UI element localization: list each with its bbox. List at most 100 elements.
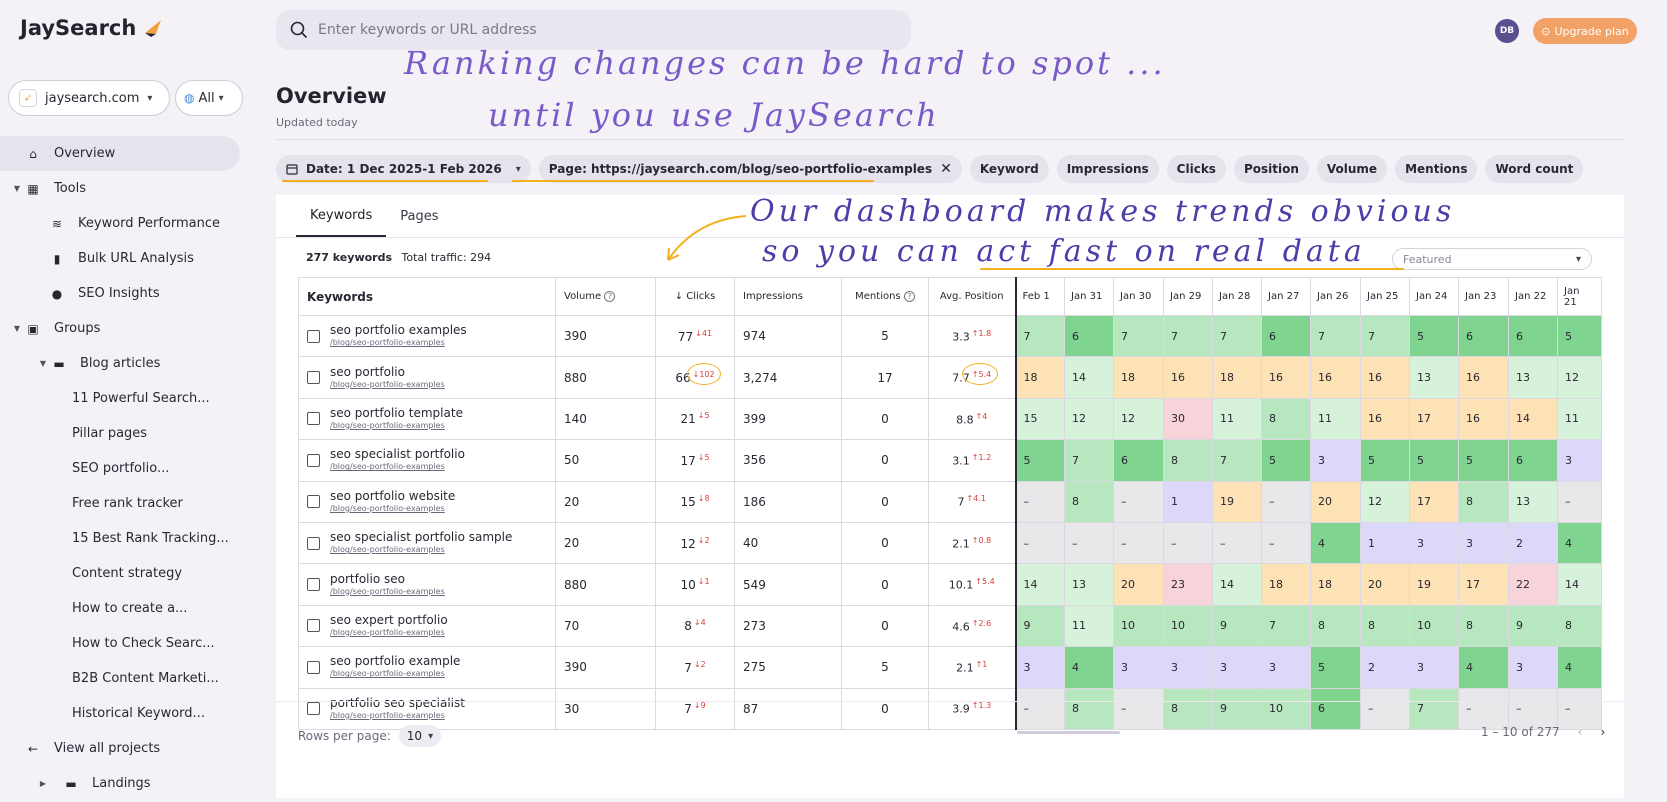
keyword-url-link[interactable]: /blog/seo-portfolio-examples — [330, 503, 455, 515]
row-checkbox[interactable] — [307, 371, 320, 385]
keyword-url-link[interactable]: /blog/seo-portfolio-examples — [330, 461, 465, 473]
keyword-name[interactable]: seo portfolio examples — [330, 323, 467, 337]
keyword-url-link[interactable]: /blog/seo-portfolio-examples — [330, 710, 465, 722]
row-checkbox[interactable] — [307, 578, 320, 592]
table-row[interactable]: seo portfolio template/blog/seo-portfoli… — [298, 397, 1602, 441]
sidebar-item-group-page[interactable]: Historical Keyword... — [0, 696, 258, 731]
sidebar-item-group-page[interactable]: Pillar pages — [0, 416, 258, 451]
keyword-url-link[interactable]: /blog/seo-portfolio-examples — [330, 337, 467, 349]
upgrade-plan-button[interactable]: ⊙ Upgrade plan — [1533, 18, 1637, 44]
sidebar-item-landings[interactable]: ▶ ▬ Landings — [0, 766, 258, 801]
sidebar-item-group-page[interactable]: Free rank tracker — [0, 486, 258, 521]
rank-cell: 18 — [1310, 563, 1361, 606]
sidebar-item-group-page[interactable]: 11 Powerful Search... — [0, 381, 258, 416]
column-chip-impressions[interactable]: Impressions — [1056, 155, 1159, 183]
sidebar-item-group-page[interactable]: B2B Content Marketi... — [0, 661, 258, 696]
table-row[interactable]: seo portfolio website/blog/seo-portfolio… — [298, 480, 1602, 523]
tab-pages[interactable]: Pages — [386, 195, 452, 237]
header-volume[interactable]: Volume ? — [555, 277, 656, 316]
clicks-cell: 21 ↓5 — [655, 397, 735, 441]
keyword-url-link[interactable]: /blog/seo-portfolio-examples — [330, 544, 512, 556]
sidebar-item-bulk-url-analysis[interactable]: ▮ Bulk URL Analysis — [0, 241, 258, 276]
impressions-cell: 399 — [734, 397, 842, 441]
row-checkbox[interactable] — [307, 329, 320, 343]
row-checkbox[interactable] — [307, 660, 320, 674]
keyword-url-link[interactable]: /blog/seo-portfolio-examples — [330, 586, 445, 598]
scope-selector[interactable]: ◍ All ▾ — [175, 80, 243, 116]
keyword-name[interactable]: seo portfolio example — [330, 654, 460, 668]
position-delta: ↑1.3 — [971, 701, 992, 711]
page-filter-chip[interactable]: Page: https://jaysearch.com/blog/seo-por… — [538, 155, 962, 183]
header-impressions[interactable]: Impressions — [734, 277, 842, 316]
app-logo[interactable]: JaySearch — [20, 16, 164, 40]
row-checkbox[interactable] — [307, 536, 320, 550]
row-checkbox[interactable] — [307, 495, 320, 509]
sidebar-item-seo-insights[interactable]: ● SEO Insights — [0, 276, 258, 311]
table-row[interactable]: seo portfolio/blog/seo-portfolio-example… — [298, 356, 1602, 399]
keyword-name[interactable]: seo portfolio website — [330, 489, 455, 503]
sidebar-item-groups[interactable]: ▼ ▣ Groups — [0, 311, 258, 346]
column-chip-clicks[interactable]: Clicks — [1166, 155, 1226, 183]
avatar[interactable]: DB — [1495, 19, 1519, 43]
keyword-name[interactable]: seo expert portfolio — [330, 613, 448, 627]
chevron-down-icon: ▾ — [1575, 253, 1581, 265]
date-filter-chip[interactable]: Date: 1 Dec 2025-1 Feb 2026 ▾ — [276, 155, 531, 183]
keyword-url-link[interactable]: /blog/seo-portfolio-examples — [330, 379, 445, 391]
header-keywords[interactable]: Keywords — [298, 277, 556, 316]
sort-select[interactable]: Featured ▾ — [1392, 248, 1592, 270]
view-all-projects-link[interactable]: ← View all projects — [0, 731, 258, 766]
rank-cell: 7 — [1212, 439, 1262, 482]
column-chip-position[interactable]: Position — [1233, 155, 1309, 183]
column-chip-mentions[interactable]: Mentions — [1395, 155, 1478, 183]
sidebar-item-group-page[interactable]: How to Check Searc... — [0, 626, 258, 661]
sidebar-item-tools[interactable]: ▼ ▦ Tools — [0, 171, 258, 206]
table-row[interactable]: seo portfolio examples/blog/seo-portfoli… — [298, 314, 1602, 358]
sidebar-item-keyword-performance[interactable]: ≋ Keyword Performance — [0, 206, 258, 241]
table-row[interactable]: seo specialist portfolio/blog/seo-portfo… — [298, 439, 1602, 482]
sidebar-item-group-page[interactable]: SEO portfolio... — [0, 451, 258, 486]
project-selector[interactable]: ➶ jaysearch.com ▾ — [8, 80, 170, 116]
sidebar-item-overview[interactable]: ⌂ Overview — [0, 136, 240, 171]
keyword-name[interactable]: seo portfolio — [330, 365, 445, 379]
column-chip-keyword[interactable]: Keyword — [969, 155, 1049, 183]
keyword-url-link[interactable]: /blog/seo-portfolio-examples — [330, 668, 460, 680]
keyword-url-link[interactable]: /blog/seo-portfolio-examples — [330, 627, 448, 639]
close-icon[interactable]: ✕ — [940, 161, 952, 177]
table-row[interactable]: seo portfolio example/blog/seo-portfolio… — [298, 646, 1602, 689]
tab-keywords[interactable]: Keywords — [296, 195, 387, 237]
keyword-name[interactable]: portfolio seo — [330, 572, 445, 586]
grid-icon: ▦ — [27, 181, 39, 196]
row-checkbox[interactable] — [307, 619, 320, 633]
column-chip-volume[interactable]: Volume — [1316, 155, 1388, 183]
row-checkbox[interactable] — [307, 702, 320, 716]
keyword-name[interactable]: seo specialist portfolio — [330, 447, 465, 461]
sidebar-item-group-page[interactable]: How to create a... — [0, 591, 258, 626]
rows-per-page-select[interactable]: 10 ▾ — [398, 725, 442, 747]
rank-cell: – — [1014, 687, 1065, 730]
sidebar-item-group-page[interactable]: Content strategy — [0, 556, 258, 591]
next-page-icon[interactable]: › — [1600, 725, 1605, 739]
header-avg-position[interactable]: Avg. Position — [928, 277, 1016, 316]
row-checkbox[interactable] — [307, 453, 320, 467]
column-chip-word-count[interactable]: Word count — [1485, 155, 1584, 183]
header-mentions[interactable]: Mentions ? — [841, 277, 929, 316]
prev-page-icon[interactable]: ‹ — [1578, 725, 1583, 739]
info-icon[interactable]: ? — [903, 291, 915, 302]
volume-cell: 50 — [555, 439, 656, 482]
rank-cell: 5 — [1557, 314, 1602, 358]
table-row[interactable]: seo expert portfolio/blog/seo-portfolio-… — [298, 604, 1602, 648]
keyword-name[interactable]: portfolio seo specialist — [330, 696, 465, 710]
sidebar-item-blog-articles[interactable]: ▼ ▬ Blog articles — [0, 346, 258, 381]
row-checkbox[interactable] — [307, 412, 320, 426]
table-row[interactable]: portfolio seo/blog/seo-portfolio-example… — [298, 563, 1602, 606]
table-row[interactable]: portfolio seo specialist/blog/seo-portfo… — [298, 687, 1602, 730]
info-icon[interactable]: ? — [604, 291, 616, 302]
rank-cell: 18 — [1212, 356, 1262, 399]
header-clicks[interactable]: ↓ Clicks — [655, 277, 735, 316]
sidebar-item-group-page[interactable]: 15 Best Rank Tracking... — [0, 521, 258, 556]
horizontal-scrollbar[interactable] — [1017, 731, 1120, 734]
keyword-name[interactable]: seo portfolio template — [330, 406, 463, 420]
table-row[interactable]: seo specialist portfolio sample/blog/seo… — [298, 521, 1602, 565]
keyword-url-link[interactable]: /blog/seo-portfolio-examples — [330, 420, 463, 432]
keyword-name[interactable]: seo specialist portfolio sample — [330, 530, 512, 544]
